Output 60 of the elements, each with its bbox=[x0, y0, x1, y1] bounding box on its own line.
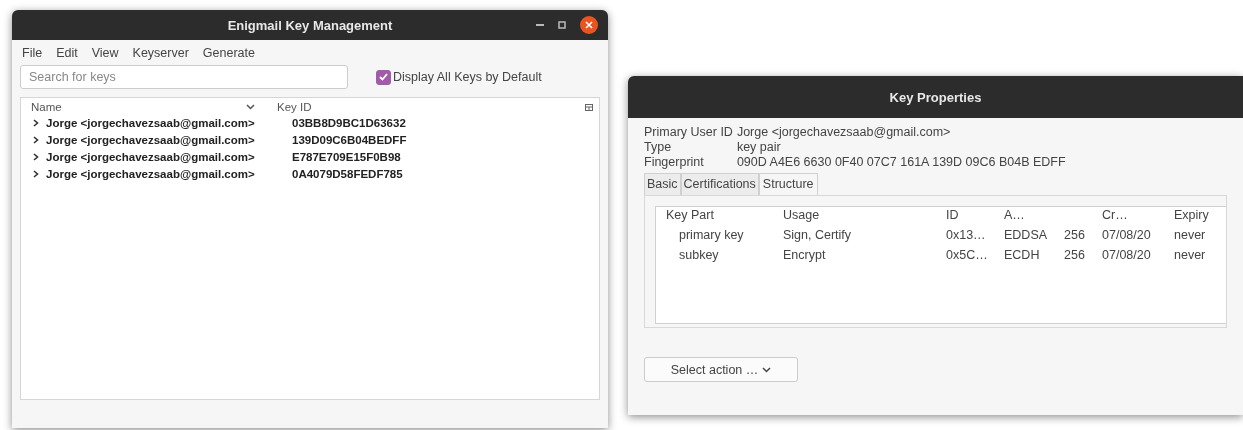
table-cell-text: Encrypt bbox=[783, 248, 827, 264]
menu-item[interactable]: File bbox=[22, 46, 43, 60]
check-icon bbox=[379, 73, 388, 81]
expander-icon[interactable] bbox=[33, 152, 39, 161]
expander-icon[interactable] bbox=[33, 169, 39, 178]
column-header[interactable]: Key Part bbox=[666, 208, 783, 228]
expander-icon[interactable] bbox=[33, 118, 39, 127]
field-label: Type bbox=[644, 140, 673, 154]
checkbox-label[interactable]: Display All Keys by Default bbox=[393, 70, 542, 84]
table-cell-text: never bbox=[1174, 228, 1207, 244]
maximize-icon[interactable] bbox=[558, 21, 566, 29]
expander-icon[interactable] bbox=[33, 135, 39, 144]
table-cell-text: 07/08/20 bbox=[1102, 228, 1152, 244]
column-header[interactable]: Expiry bbox=[1174, 208, 1234, 228]
chevron-icon bbox=[762, 366, 772, 373]
table-cell-text: Sign, Certify bbox=[783, 228, 853, 244]
table-cell-text: EDDSA bbox=[1004, 228, 1049, 244]
field-value: key pair bbox=[736, 140, 782, 154]
key-name: Jorge <jorgechavezsaab@gmail.com> bbox=[46, 150, 256, 163]
table-cell-text: never bbox=[1174, 248, 1207, 264]
tab[interactable]: Structure bbox=[758, 173, 818, 195]
key-name: Jorge <jorgechavezsaab@gmail.com> bbox=[46, 133, 256, 146]
tab[interactable]: Certifications bbox=[680, 173, 759, 195]
key-name: Jorge <jorgechavezsaab@gmail.com> bbox=[46, 116, 256, 129]
key-id: E787E709E15F0B98 bbox=[292, 150, 401, 163]
key-id: 139D09C6B04BEDFF bbox=[292, 133, 407, 146]
key-name: Jorge <jorgechavezsaab@gmail.com> bbox=[46, 167, 256, 180]
menu-item[interactable]: Generate bbox=[202, 46, 255, 60]
table-cell-text: 07/08/20 bbox=[1102, 248, 1152, 264]
select-action-button[interactable]: Select action … bbox=[644, 357, 798, 382]
table-cell-text: 0x5C… bbox=[946, 248, 989, 264]
key-id: 0A4079D58FEDF785 bbox=[292, 167, 403, 180]
column-header[interactable]: Key ID bbox=[277, 101, 585, 113]
table-cell-text: 0x13… bbox=[946, 228, 987, 244]
window-title: Enigmail Key Management bbox=[227, 17, 393, 33]
column-header[interactable]: Usage bbox=[783, 208, 946, 228]
window-title: Key Properties bbox=[889, 89, 982, 105]
close-icon[interactable] bbox=[580, 16, 598, 34]
column-header[interactable]: Cr… bbox=[1102, 208, 1174, 228]
menu-item[interactable]: Edit bbox=[56, 46, 78, 60]
table-cell-text: 256 bbox=[1064, 248, 1086, 264]
tab[interactable]: Basic bbox=[644, 173, 681, 195]
column-header[interactable]: A… bbox=[1004, 208, 1064, 228]
search-field[interactable]: Search for keys bbox=[20, 65, 348, 89]
menu-item[interactable]: Keyserver bbox=[132, 46, 189, 60]
column-picker-icon[interactable] bbox=[585, 103, 593, 111]
field-value: Jorge <jorgechavezsaab@gmail.com> bbox=[736, 125, 952, 139]
table-cell-text: subkey bbox=[678, 248, 720, 264]
column-header[interactable]: Name bbox=[31, 101, 62, 113]
table-cell-text: ECDH bbox=[1004, 248, 1041, 264]
field-label: Primary User ID bbox=[644, 125, 733, 139]
table-cell-text: primary key bbox=[678, 228, 745, 244]
key-id: 03BB8D9BC1D63632 bbox=[292, 116, 406, 129]
column-header[interactable]: ID bbox=[946, 208, 1004, 228]
field-value: 090D A4E6 6630 0F40 07C7 161A 139D 09C6 B04B EDFF bbox=[736, 155, 1067, 169]
field-label: Fingerprint bbox=[644, 155, 705, 169]
chevron-icon[interactable] bbox=[246, 104, 255, 110]
checkbox[interactable] bbox=[376, 69, 391, 85]
table-cell-text: 256 bbox=[1064, 228, 1086, 244]
menu-item[interactable]: View bbox=[91, 46, 119, 60]
